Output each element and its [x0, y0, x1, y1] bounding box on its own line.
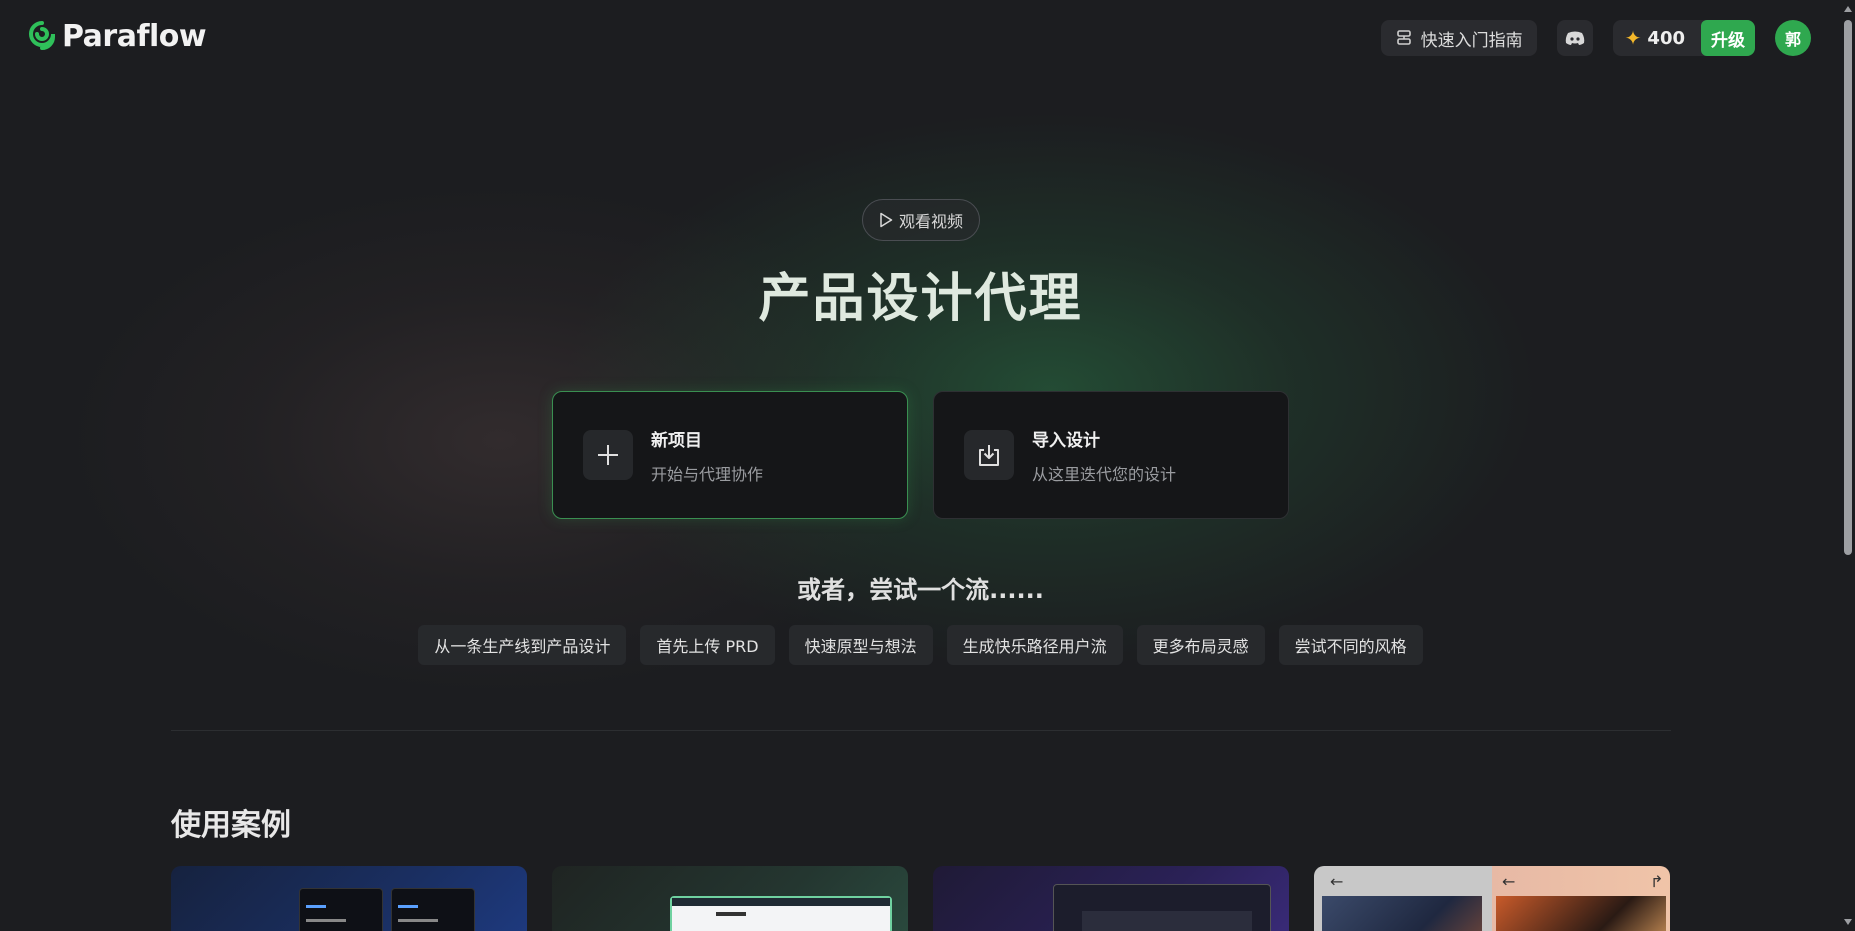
- new-project-title: 新项目: [651, 430, 702, 451]
- import-icon: [964, 430, 1014, 480]
- import-design-title: 导入设计: [1032, 430, 1100, 451]
- flow-chip[interactable]: 快速原型与想法: [788, 625, 933, 665]
- logo[interactable]: Paraflow: [28, 18, 207, 54]
- flow-chip[interactable]: 尝试不同的风格: [1278, 625, 1423, 665]
- credits-widget: ✦ 400 升级: [1612, 20, 1755, 56]
- user-avatar[interactable]: 郭: [1775, 20, 1811, 56]
- flow-chip[interactable]: 生成快乐路径用户流: [946, 625, 1123, 665]
- section-divider: [171, 730, 1671, 731]
- scrollbar-thumb[interactable]: [1844, 20, 1852, 555]
- quick-start-guide-button[interactable]: 快速入门指南: [1380, 20, 1537, 56]
- dashboard-mockup: [670, 896, 892, 931]
- flow-chip[interactable]: 从一条生产线到产品设计: [418, 625, 627, 665]
- use-case-card[interactable]: [552, 866, 908, 931]
- new-project-card[interactable]: 新项目 开始与代理协作: [552, 391, 908, 519]
- use-case-card[interactable]: [171, 866, 527, 931]
- website-mockup: [1053, 884, 1271, 931]
- try-flow-heading: 或者，尝试一个流......: [797, 576, 1044, 604]
- paraflow-logo-icon: [29, 21, 55, 50]
- signpost-icon: [1396, 30, 1411, 45]
- back-arrow-icon: ←: [1330, 872, 1344, 891]
- portrait-image: [1322, 896, 1482, 931]
- import-design-card[interactable]: 导入设计 从这里迭代您的设计: [933, 391, 1289, 519]
- portrait-image: [1496, 896, 1666, 931]
- quick-start-guide-label: 快速入门指南: [1420, 30, 1523, 51]
- header-actions: 快速入门指南 ✦ 400 升级 郭: [1380, 20, 1811, 56]
- discord-icon: [1565, 31, 1584, 45]
- upgrade-button[interactable]: 升级: [1701, 20, 1755, 56]
- logo-text: Paraflow: [62, 18, 207, 54]
- watch-video-label: 观看视频: [898, 212, 963, 231]
- page: Paraflow 快速入门指南 ✦ 400 升级 郭 观看视频 产品设计代理 新…: [0, 0, 1855, 931]
- plus-icon: [583, 430, 633, 480]
- sparkle-icon: ✦: [1624, 26, 1642, 50]
- use-cases-title: 使用案例: [171, 808, 291, 843]
- scrollbar[interactable]: [1841, 0, 1855, 931]
- hero-title: 产品设计代理: [758, 269, 1083, 329]
- forward-arrow-icon: ↱: [1650, 872, 1664, 891]
- phone-mockup: [299, 888, 383, 931]
- flow-chip[interactable]: 首先上传 PRD: [640, 625, 775, 665]
- scroll-up-arrow-icon[interactable]: [1844, 6, 1852, 12]
- import-design-subtitle: 从这里迭代您的设计: [1032, 464, 1177, 484]
- watch-video-button[interactable]: 观看视频: [862, 199, 980, 241]
- credits-count: 400: [1647, 27, 1685, 49]
- back-arrow-icon: ←: [1502, 872, 1516, 891]
- flow-chip[interactable]: 更多布局灵感: [1136, 625, 1265, 665]
- discord-button[interactable]: [1556, 20, 1593, 56]
- phone-mockup: [391, 888, 475, 931]
- new-project-subtitle: 开始与代理协作: [651, 464, 764, 484]
- use-case-card[interactable]: [933, 866, 1289, 931]
- flow-suggestions: 从一条生产线到产品设计 首先上传 PRD 快速原型与想法 生成快乐路径用户流 更…: [0, 625, 1841, 665]
- use-case-card[interactable]: ← ← ↱: [1314, 866, 1670, 931]
- scroll-down-arrow-icon[interactable]: [1844, 919, 1852, 925]
- play-icon: [880, 212, 893, 228]
